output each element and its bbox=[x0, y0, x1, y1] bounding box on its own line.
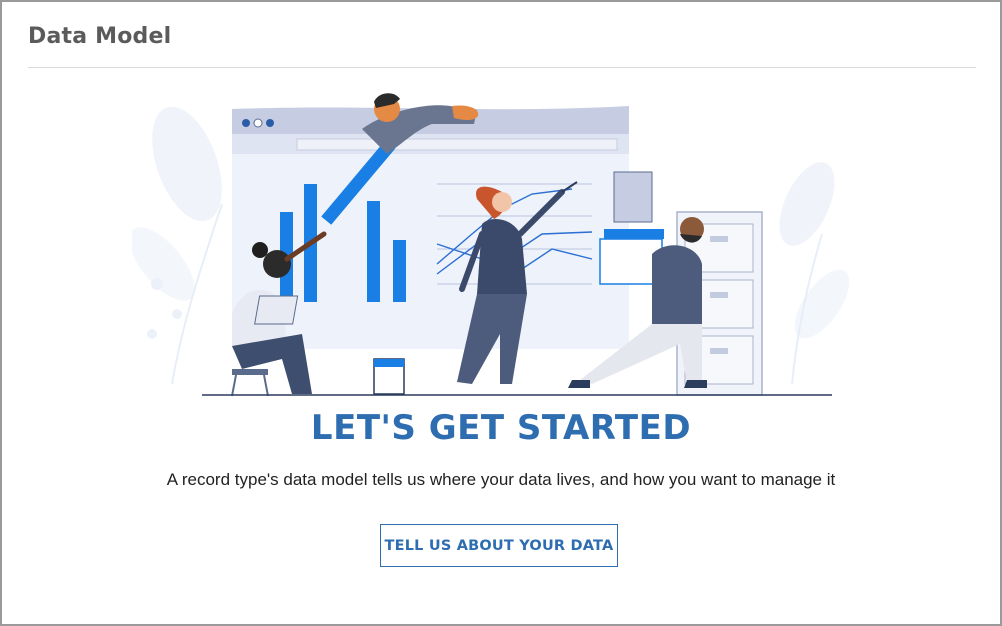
tell-us-about-your-data-button[interactable]: TELL US ABOUT YOUR DATA bbox=[380, 524, 618, 567]
paint-bucket bbox=[373, 358, 405, 395]
leaf-decoration-left bbox=[129, 106, 223, 385]
leaf-decoration-right bbox=[779, 162, 850, 385]
empty-state-description: A record type's data model tells us wher… bbox=[166, 470, 836, 489]
team-building-chart-illustration bbox=[129, 84, 852, 402]
panel-header: Data Model bbox=[28, 24, 171, 49]
data-model-panel: Data Model LET'S GET STARTED A record ty… bbox=[0, 0, 1002, 626]
header-divider bbox=[28, 67, 976, 68]
page-title: Data Model bbox=[28, 24, 172, 49]
empty-state-headline: LET'S GET STARTED bbox=[310, 408, 692, 448]
